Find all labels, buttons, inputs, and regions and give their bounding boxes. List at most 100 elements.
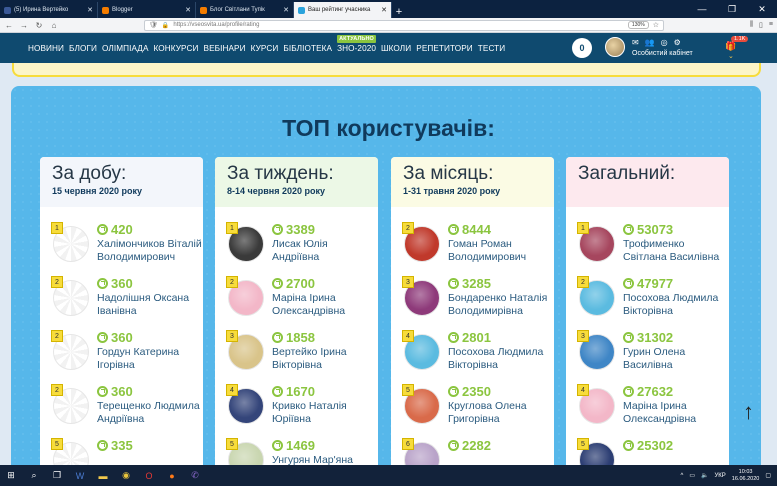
nav-item[interactable]: ШКОЛИ: [381, 44, 411, 53]
rating-entry[interactable]: 5 1469 Унгурян Мар'яна: [225, 438, 375, 465]
nav-item[interactable]: КОНКУРСИ: [154, 44, 199, 53]
user-name[interactable]: Вертейко Ірина Вікторівна: [272, 346, 377, 371]
rating-entry[interactable]: 2 360 Гордун Катерина Ігорівна: [50, 330, 200, 384]
reload-icon[interactable]: ↻: [34, 21, 44, 30]
close-tab-icon[interactable]: ✕: [381, 6, 387, 14]
coin-icon[interactable]: ◎: [661, 38, 668, 47]
user-name[interactable]: Унгурян Мар'яна: [272, 454, 377, 465]
close-tab-icon[interactable]: ✕: [283, 6, 289, 14]
rating-entry[interactable]: 3 1858 Вертейко Ірина Вікторівна: [225, 330, 375, 384]
user-name[interactable]: Терещенко Людмила Андріївна: [97, 400, 202, 425]
rating-entry[interactable]: 2 47977 Посохова Людмила Вікторівна: [576, 276, 726, 330]
task-view-icon[interactable]: ❐: [50, 470, 64, 481]
rating-entry[interactable]: 2 360 Надолішня Оксана Іванівна: [50, 276, 200, 330]
rating-entry[interactable]: 3 3285 Бондаренко Наталія Володимирівна: [401, 276, 551, 330]
opera-icon[interactable]: O: [142, 471, 156, 481]
rating-column: За місяць: 1-31 травня 2020 року 2 8444 Гома…: [391, 157, 554, 465]
chevron-down-icon[interactable]: ⌄: [728, 52, 734, 60]
rating-entry[interactable]: 3 31302 Гурин Олена Василівна: [576, 330, 726, 384]
back-icon[interactable]: ←: [4, 21, 14, 30]
score: 3389: [272, 222, 315, 237]
nav-item[interactable]: БІБЛІОТЕКА: [283, 44, 332, 53]
viber-icon[interactable]: ✆: [188, 470, 202, 481]
rank-badge: 4: [577, 384, 589, 396]
firefox-icon[interactable]: ●: [165, 471, 179, 481]
scroll-up-icon[interactable]: ↑: [743, 399, 754, 425]
browser-tab[interactable]: Blogger ✕: [98, 2, 196, 18]
start-icon[interactable]: ⊞: [4, 470, 18, 481]
user-name[interactable]: Надолішня Оксана Іванівна: [97, 292, 202, 317]
nav-item[interactable]: НОВИНИ: [28, 44, 64, 53]
rating-entry[interactable]: 5 25302: [576, 438, 726, 465]
rank-badge: 2: [51, 276, 63, 288]
url-bar[interactable]: 🛡 🔒 https://vseosvita.ua/profile/rating …: [144, 19, 664, 31]
rating-entry[interactable]: 6 2282: [401, 438, 551, 465]
nav-item[interactable]: ЗНО-2020 АКТУАЛЬНО: [337, 34, 376, 53]
user-name[interactable]: Трофименко Світлана Василівна: [623, 238, 728, 263]
user-name[interactable]: Маріна Ірина Олександрівна: [272, 292, 377, 317]
user-name[interactable]: Маріна Ірина Олександрівна: [623, 400, 728, 425]
user-name[interactable]: Посохова Людмила Вікторівна: [448, 346, 553, 371]
close-tab-icon[interactable]: ✕: [185, 6, 191, 14]
rating-entry[interactable]: 1 53073 Трофименко Світлана Василівна: [576, 222, 726, 276]
rating-entry[interactable]: 5 335: [50, 438, 200, 465]
rating-entry[interactable]: 5 2350 Круглова Олена Григорівна: [401, 384, 551, 438]
user-avatar[interactable]: [605, 37, 625, 57]
user-name[interactable]: Кривко Наталія Юріївна: [272, 400, 377, 425]
clock[interactable]: 10:03 16.06.2020: [732, 469, 760, 483]
rating-entry[interactable]: 2 8444 Гоман Роман Володимирович: [401, 222, 551, 276]
user-name[interactable]: Гордун Катерина Ігорівна: [97, 346, 202, 371]
user-name[interactable]: Круглова Олена Григорівна: [448, 400, 553, 425]
settings-icon[interactable]: ⚙: [674, 38, 681, 47]
coins-badge: 1.1K: [731, 36, 749, 42]
search-icon[interactable]: ⌕: [27, 470, 41, 481]
nav-item[interactable]: РЕПЕТИТОРИ: [416, 44, 473, 53]
rating-entry[interactable]: 4 1670 Кривко Наталія Юріївна: [225, 384, 375, 438]
user-name[interactable]: Посохова Людмила Вікторівна: [623, 292, 728, 317]
notification-icon[interactable]: ▢: [765, 472, 771, 479]
rating-entry[interactable]: 1 3389 Лисак Юлія Андріївна: [225, 222, 375, 276]
rating-entry[interactable]: 2 2700 Маріна Ірина Олександрівна: [225, 276, 375, 330]
user-name[interactable]: Лисак Юлія Андріївна: [272, 238, 377, 263]
bookmark-star-icon[interactable]: ☆: [653, 21, 659, 29]
rating-entry[interactable]: 4 27632 Маріна Ірина Олександрівна: [576, 384, 726, 438]
sidebar-icon[interactable]: ▯: [759, 21, 763, 29]
minimize-button[interactable]: —: [687, 0, 717, 18]
chrome-icon[interactable]: ◉: [119, 470, 133, 481]
user-name[interactable]: Халімончиков Віталій Володимирович: [97, 238, 202, 263]
people-icon[interactable]: 👥: [645, 38, 655, 47]
user-name[interactable]: Гоман Роман Володимирович: [448, 238, 553, 263]
explorer-icon[interactable]: ▬: [96, 471, 110, 481]
nav-item[interactable]: ОЛІМПІАДА: [102, 44, 149, 53]
user-name[interactable]: Бондаренко Наталія Володимирівна: [448, 292, 553, 317]
browser-tab[interactable]: (5) Ирина Вертейко ✕: [0, 2, 98, 18]
cart-icon[interactable]: 0: [572, 38, 592, 58]
nav-item[interactable]: БЛОГИ: [69, 44, 97, 53]
chevron-up-icon[interactable]: ^: [681, 473, 684, 479]
nav-item[interactable]: ВЕБІНАРИ: [204, 44, 246, 53]
gift-icon[interactable]: 🎁: [725, 41, 736, 52]
zoom-level[interactable]: 130%: [627, 21, 649, 29]
new-tab-button[interactable]: +: [392, 6, 406, 18]
volume-icon[interactable]: 🔈: [701, 472, 708, 479]
language-indicator[interactable]: УКР: [714, 473, 725, 479]
personal-cabinet-link[interactable]: Особистий кабінет: [632, 50, 693, 57]
maximize-button[interactable]: ❐: [717, 0, 747, 18]
browser-tab[interactable]: Блог Світлани Тупік ✕: [196, 2, 294, 18]
menu-icon[interactable]: ≡: [769, 21, 773, 29]
user-name[interactable]: Гурин Олена Василівна: [623, 346, 728, 371]
rating-entry[interactable]: 1 420 Халімончиков Віталій Володимирович: [50, 222, 202, 276]
nav-item[interactable]: КУРСИ: [251, 44, 279, 53]
close-window-button[interactable]: ✕: [747, 0, 777, 18]
rating-entry[interactable]: 4 2801 Посохова Людмила Вікторівна: [401, 330, 551, 384]
mail-icon[interactable]: ✉: [632, 38, 639, 47]
forward-icon[interactable]: →: [19, 21, 29, 30]
browser-tab[interactable]: Ваш рейтинг учасника ✕: [294, 2, 392, 18]
home-icon[interactable]: ⌂: [49, 21, 59, 30]
word-icon[interactable]: W: [73, 471, 87, 481]
network-icon[interactable]: ▭: [689, 472, 695, 479]
close-tab-icon[interactable]: ✕: [87, 6, 93, 14]
library-icon[interactable]: ⫼: [750, 21, 753, 29]
rating-entry[interactable]: 2 360 Терещенко Людмила Андріївна: [50, 384, 200, 438]
nav-item[interactable]: ТЕСТИ: [478, 44, 506, 53]
